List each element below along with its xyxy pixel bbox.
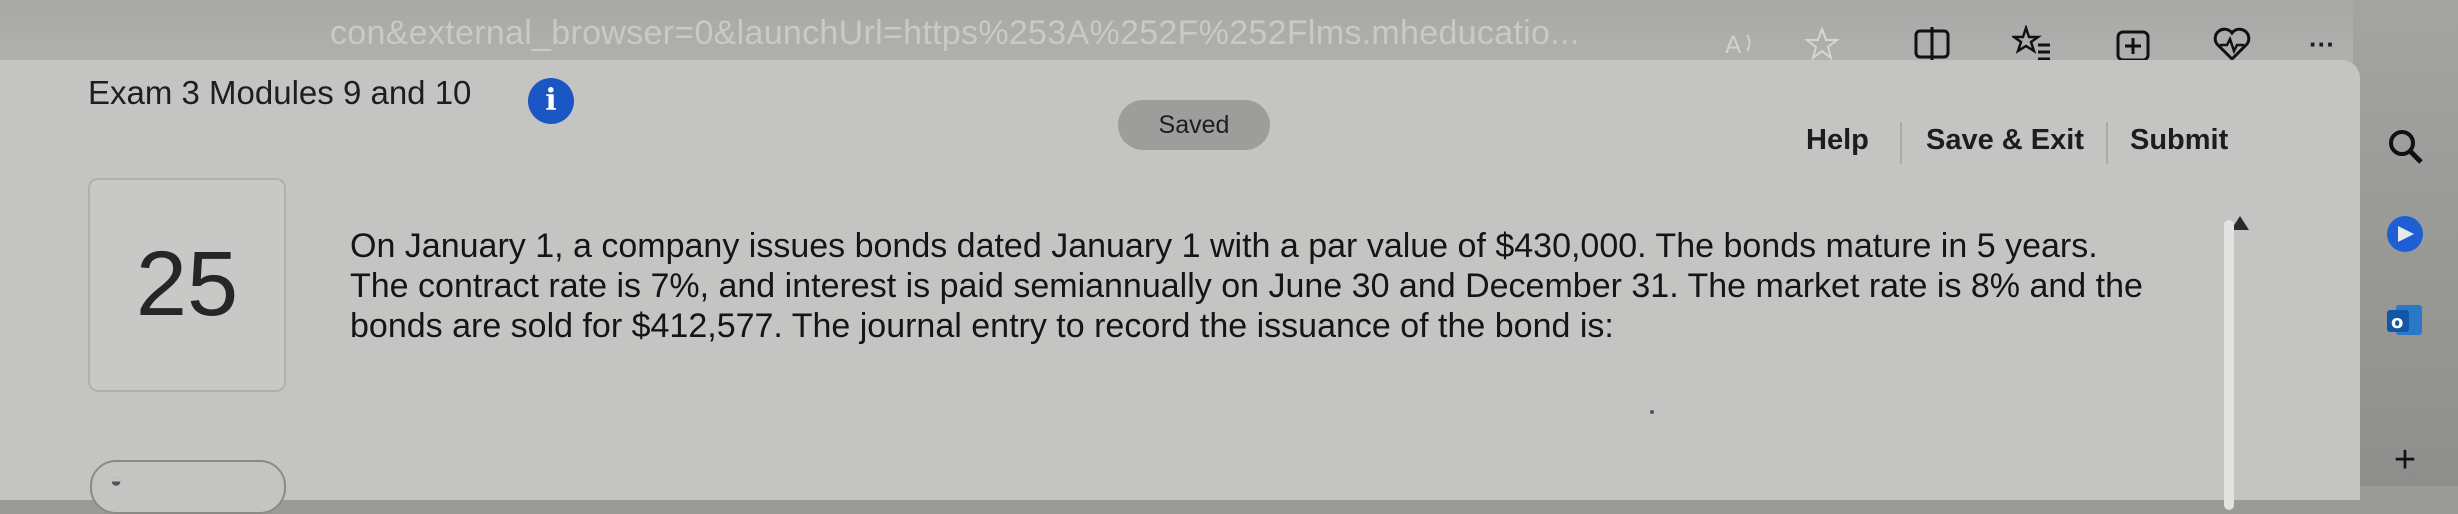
outlook-icon[interactable]: o xyxy=(2381,296,2429,344)
svg-text:A: A xyxy=(1725,31,1742,59)
edge-sidebar: o + xyxy=(2353,0,2458,486)
question-number: 25 xyxy=(135,233,239,335)
bookmark-icon: ◒ xyxy=(110,470,123,492)
info-icon[interactable]: i xyxy=(528,78,574,124)
divider xyxy=(2106,122,2108,164)
save-exit-button[interactable]: Save & Exit xyxy=(1926,124,2084,157)
exam-page: Exam 3 Modules 9 and 10 i Saved Help Sav… xyxy=(0,60,2360,514)
help-button[interactable]: Help xyxy=(1806,124,1869,157)
submit-button[interactable]: Submit xyxy=(2130,124,2228,157)
status-badge: Saved xyxy=(1118,100,1270,150)
scrollbar[interactable] xyxy=(2224,220,2234,510)
search-icon[interactable] xyxy=(2381,122,2429,170)
divider xyxy=(1900,122,1902,164)
add-icon[interactable]: + xyxy=(2381,436,2429,484)
address-bar-url[interactable]: con&external_browser=0&launchUrl=https%2… xyxy=(330,14,1579,53)
question-text: On January 1, a company issues bonds dat… xyxy=(350,227,2143,345)
text-cursor-dot xyxy=(1650,410,1654,414)
svg-text:o: o xyxy=(2391,312,2403,333)
copilot-discover-icon[interactable] xyxy=(2381,210,2429,258)
page-title: Exam 3 Modules 9 and 10 xyxy=(88,74,472,111)
question-number-box: 25 xyxy=(88,178,286,392)
bookmark-toggle[interactable]: ◒ xyxy=(90,460,286,514)
